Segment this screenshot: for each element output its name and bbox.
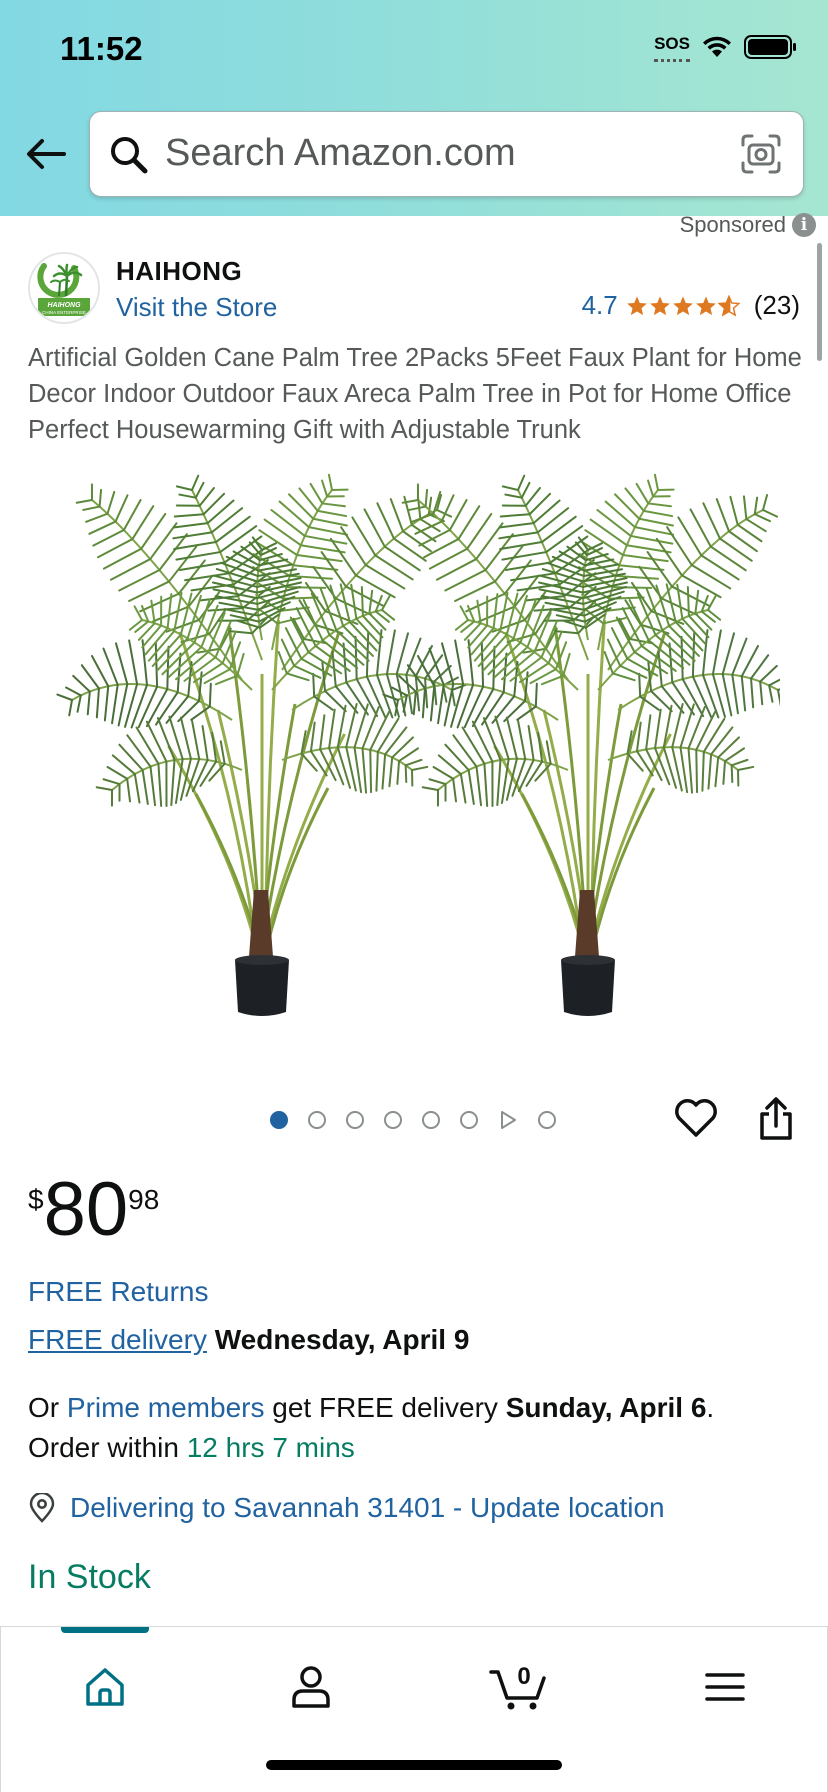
free-delivery-link[interactable]: FREE delivery [28,1324,207,1355]
nav-account[interactable] [281,1657,341,1717]
person-icon [292,1666,330,1708]
free-returns-link[interactable]: FREE Returns [28,1276,209,1308]
price-whole: 80 [43,1167,129,1252]
sos-indicator: SOS [654,34,690,62]
active-tab-indicator [61,1627,149,1633]
palm-plant [56,473,468,1016]
scrollbar[interactable] [817,243,822,361]
prime-middle: get FREE delivery [264,1392,506,1423]
delivery-location[interactable]: Delivering to Savannah 31401 - Update lo… [28,1492,665,1524]
prime-suffix: . [706,1392,715,1423]
product-title: Artificial Golden Cane Palm Tree 2Packs … [28,344,802,444]
home-indicator [266,1760,562,1770]
status-time: 11:52 [60,30,143,67]
cart-icon: 0 [489,1663,546,1710]
order-countdown: 12 hrs 7 mins [186,1432,355,1463]
battery-icon [744,35,796,59]
cart-count: 0 [517,1663,530,1690]
delivery-location-text[interactable]: Delivering to Savannah 31401 - Update lo… [70,1492,665,1524]
nav-menu[interactable] [695,1657,755,1717]
prime-delivery-date: Sunday, April 6 [505,1392,707,1423]
status-icons: SOS [654,34,798,62]
search-bar[interactable]: Search Amazon.com [89,111,804,197]
price-symbol: $ [28,1184,44,1215]
star-half-icon [717,294,740,317]
home-icon [86,1668,124,1706]
star-full-icon [649,295,670,315]
star-full-icon [672,295,693,315]
carousel-dot[interactable] [538,1111,556,1129]
video-play-icon[interactable] [498,1110,518,1130]
sponsored-text: Sponsored [679,212,786,237]
carousel-dot[interactable] [308,1111,326,1129]
share-icon [760,1097,792,1140]
sponsored-label[interactable]: Sponsored i [680,212,816,238]
search-icon [111,137,148,174]
product-price: $ 80 98 [28,1170,159,1250]
back-arrow-icon [27,139,66,169]
image-carousel-dots[interactable] [270,1110,556,1130]
prime-members-link[interactable]: Prime members [67,1392,265,1423]
palm-plant [382,473,794,1016]
heart-icon [675,1099,717,1137]
prime-prefix: Or [28,1392,67,1423]
brand-logo-text: HAIHONG [47,302,81,309]
app-header: 11:52 SOS Search Amazon.com [0,0,828,216]
carousel-dot[interactable] [384,1111,402,1129]
wifi-icon [703,36,731,57]
info-icon[interactable]: i [792,213,816,237]
delivery-info: FREE delivery Wednesday, April 9 [28,1324,469,1356]
carousel-dot[interactable] [460,1111,478,1129]
camera-search-icon[interactable] [739,132,783,176]
back-button[interactable] [24,132,68,176]
star-full-icon [626,295,647,315]
nav-home[interactable] [75,1657,135,1717]
carousel-dot-active[interactable] [270,1111,288,1129]
location-pin-icon [29,1493,55,1523]
nav-cart[interactable]: 0 [487,1657,553,1717]
prime-delivery-info: Or Prime members get FREE delivery Sunda… [28,1388,808,1468]
price-fraction: 98 [128,1184,160,1215]
brand-logo-subtext: CHINA ENTERPRISE [42,310,86,315]
order-within-prefix: Order within [28,1432,187,1463]
stock-status: In Stock [28,1558,151,1596]
review-count: (23) [753,290,800,320]
brand-name: HAIHONG [116,256,243,286]
product-image[interactable] [40,450,794,1050]
rating-value: 4.7 [581,290,618,320]
rating-summary[interactable]: 4.7 (23) [582,290,800,321]
add-to-list-button[interactable] [674,1098,718,1143]
hamburger-menu-icon [705,1673,745,1701]
star-full-icon [695,295,716,315]
palm-logo-icon: HAIHONG CHINA ENTERPRISE [37,263,90,316]
free-delivery-date: Wednesday, April 9 [214,1324,470,1355]
search-input[interactable]: Search Amazon.com [165,132,516,175]
carousel-dot[interactable] [346,1111,364,1129]
visit-store-link[interactable]: Visit the Store [116,292,277,323]
rating-stars [626,294,740,317]
share-button[interactable] [756,1096,796,1147]
carousel-dot[interactable] [422,1111,440,1129]
brand-logo[interactable]: HAIHONG CHINA ENTERPRISE [28,252,100,324]
